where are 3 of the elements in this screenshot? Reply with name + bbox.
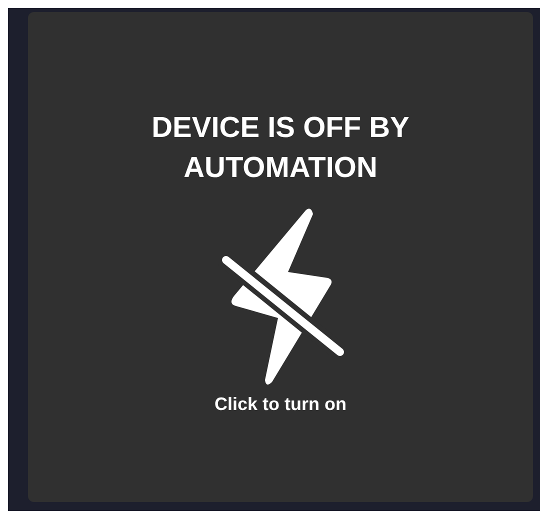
turn-on-hint: Click to turn on	[214, 394, 346, 415]
device-card[interactable]: DEVICE IS OFF BY AUTOMATION Click to turn on	[28, 12, 533, 502]
status-title: DEVICE IS OFF BY AUTOMATION	[150, 111, 410, 186]
